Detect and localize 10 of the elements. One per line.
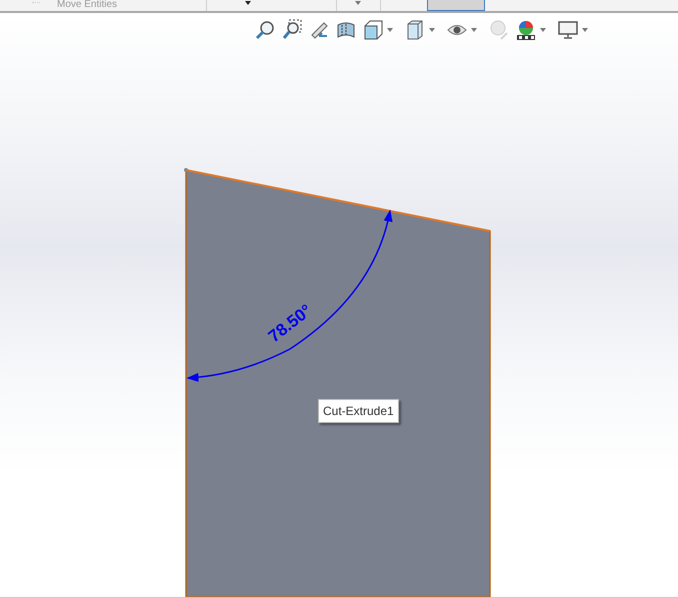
scene-icon[interactable] [515,19,537,41]
monitor-icon[interactable] [557,19,579,41]
zoom-to-fit-icon[interactable] [254,19,276,41]
command-label[interactable]: Move Entities [57,0,118,10]
part-face[interactable] [185,169,491,597]
zoom-area-icon[interactable] [281,19,303,41]
feature-tooltip: Cut-Extrude1 [318,399,399,423]
vertex-point[interactable] [184,168,188,172]
caret-icon[interactable] [245,1,251,5]
cube-view-icon[interactable] [362,19,384,41]
